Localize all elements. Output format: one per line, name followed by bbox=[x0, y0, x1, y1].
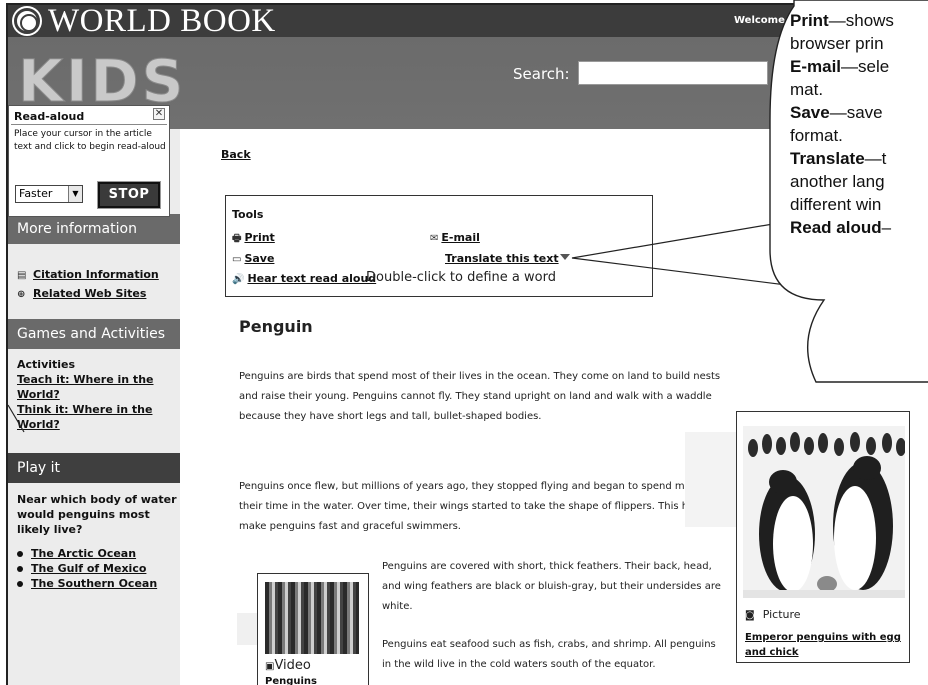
picture-label: ◙ Picture bbox=[745, 608, 801, 621]
close-icon[interactable]: ✕ bbox=[153, 108, 165, 120]
callout-line: another lang bbox=[790, 172, 885, 191]
article-paragraph-4: Penguins eat seafood such as fish, crabs… bbox=[382, 639, 716, 670]
callout-line: different win bbox=[790, 195, 882, 214]
email-link[interactable]: ✉ E-mail bbox=[430, 231, 480, 244]
article-paragraph-3: Penguins are covered with short, thick f… bbox=[382, 561, 721, 612]
help-callout: Print—shows browser prin E-mail—sele mat… bbox=[766, 0, 928, 383]
article-paragraph-1: Penguins are birds that spend most of th… bbox=[239, 371, 721, 422]
quiz-answer-2[interactable]: The Gulf of Mexico bbox=[17, 562, 146, 575]
save-icon: ▭ bbox=[232, 254, 242, 265]
readaloud-title: Read-aloud bbox=[14, 110, 85, 123]
define-word-hint: Double-click to define a word bbox=[366, 270, 556, 285]
quiz-answer-1[interactable]: The Arctic Ocean bbox=[17, 547, 136, 560]
video-link[interactable]: Penguins bbox=[265, 676, 317, 685]
video-thumbnail[interactable] bbox=[265, 582, 359, 654]
more-info-heading: More information bbox=[8, 214, 180, 244]
print-link[interactable]: 🖶 Print bbox=[232, 231, 275, 248]
penguin-picture[interactable] bbox=[743, 426, 905, 598]
globe-icon bbox=[14, 8, 40, 34]
divider bbox=[11, 124, 167, 125]
bullet-icon bbox=[17, 566, 23, 572]
tools-box: Tools 🖶 Print ✉ E-mail ▭ Save Translate thi… bbox=[225, 195, 653, 297]
quiz-question: Near which body of water would penguins … bbox=[17, 493, 177, 536]
callout-line-email: E-mail—sele bbox=[790, 57, 890, 76]
games-heading: Games and Activities bbox=[8, 319, 180, 349]
stop-button[interactable]: STOP bbox=[97, 181, 161, 209]
dropdown-arrow-icon[interactable]: ▼ bbox=[68, 186, 82, 202]
video-label: ▣Video bbox=[265, 658, 311, 673]
speed-value: Faster bbox=[19, 187, 53, 200]
callout-line-save: Save—save bbox=[790, 103, 883, 122]
callout-line: mat. bbox=[790, 80, 824, 99]
video-box[interactable]: ▣Video Penguins bbox=[257, 573, 369, 685]
citation-icon: ▤ bbox=[17, 270, 27, 281]
dropdown-arrow-icon[interactable] bbox=[560, 254, 570, 260]
readaloud-instructions: Place your cursor in the article text an… bbox=[14, 129, 166, 152]
picture-box[interactable]: ◙ Picture Emperor penguins with egg and c… bbox=[736, 411, 910, 663]
print-icon: 🖶 bbox=[232, 233, 242, 244]
callout-line-translate: Translate—t bbox=[790, 149, 887, 168]
sidebar-link-citation[interactable]: ▤ Citation Information bbox=[17, 268, 159, 281]
activity-link-think[interactable]: Think it: Where in the World? bbox=[17, 402, 167, 432]
tools-title: Tools bbox=[232, 208, 264, 221]
web-icon: ⊕ bbox=[17, 289, 26, 300]
callout-line: format. bbox=[790, 126, 843, 145]
email-icon: ✉ bbox=[430, 233, 439, 244]
callout-line-read-aloud: Read aloud– bbox=[790, 218, 892, 237]
sidebar-link-related-sites[interactable]: ⊕ Related Web Sites bbox=[17, 287, 146, 300]
decorative-block bbox=[237, 613, 257, 645]
quiz-answer-3[interactable]: The Southern Ocean bbox=[17, 577, 157, 590]
penguin-illustration bbox=[743, 426, 905, 598]
article-paragraph-2: Penguins once flew, but millions of year… bbox=[239, 481, 716, 532]
activities-label: Activities bbox=[17, 358, 76, 371]
activity-link-teach[interactable]: Teach it: Where in the World? bbox=[17, 372, 167, 402]
kids-logo-text: KIDS bbox=[18, 49, 184, 107]
brand-title[interactable]: WORLD BOOK bbox=[48, 5, 276, 40]
picture-caption-link[interactable]: Emperor penguins with egg and chick bbox=[745, 630, 905, 660]
bullet-icon bbox=[17, 551, 23, 557]
callout-line: browser prin bbox=[790, 34, 884, 53]
search-input[interactable] bbox=[578, 61, 768, 85]
readaloud-panel: Read-aloud ✕ Place your cursor in the ar… bbox=[8, 105, 170, 217]
speaker-icon: 🔊 bbox=[232, 274, 245, 285]
callout-line-print: Print—shows bbox=[790, 11, 894, 30]
decorative-block bbox=[685, 432, 736, 527]
camera-icon: ◙ bbox=[745, 610, 755, 621]
play-heading: Play it bbox=[8, 453, 180, 483]
search-label: Search: bbox=[513, 65, 570, 83]
kids-logo[interactable]: KIDS bbox=[14, 47, 184, 116]
translate-link[interactable]: Translate this text bbox=[445, 252, 559, 265]
bullet-icon bbox=[17, 581, 23, 587]
article-title: Penguin bbox=[239, 317, 313, 336]
hear-aloud-link[interactable]: 🔊 Hear text read aloud bbox=[232, 272, 376, 285]
speed-select[interactable]: Faster ▼ bbox=[15, 185, 83, 203]
save-link[interactable]: ▭ Save bbox=[232, 252, 274, 265]
back-link[interactable]: Back bbox=[221, 148, 251, 161]
